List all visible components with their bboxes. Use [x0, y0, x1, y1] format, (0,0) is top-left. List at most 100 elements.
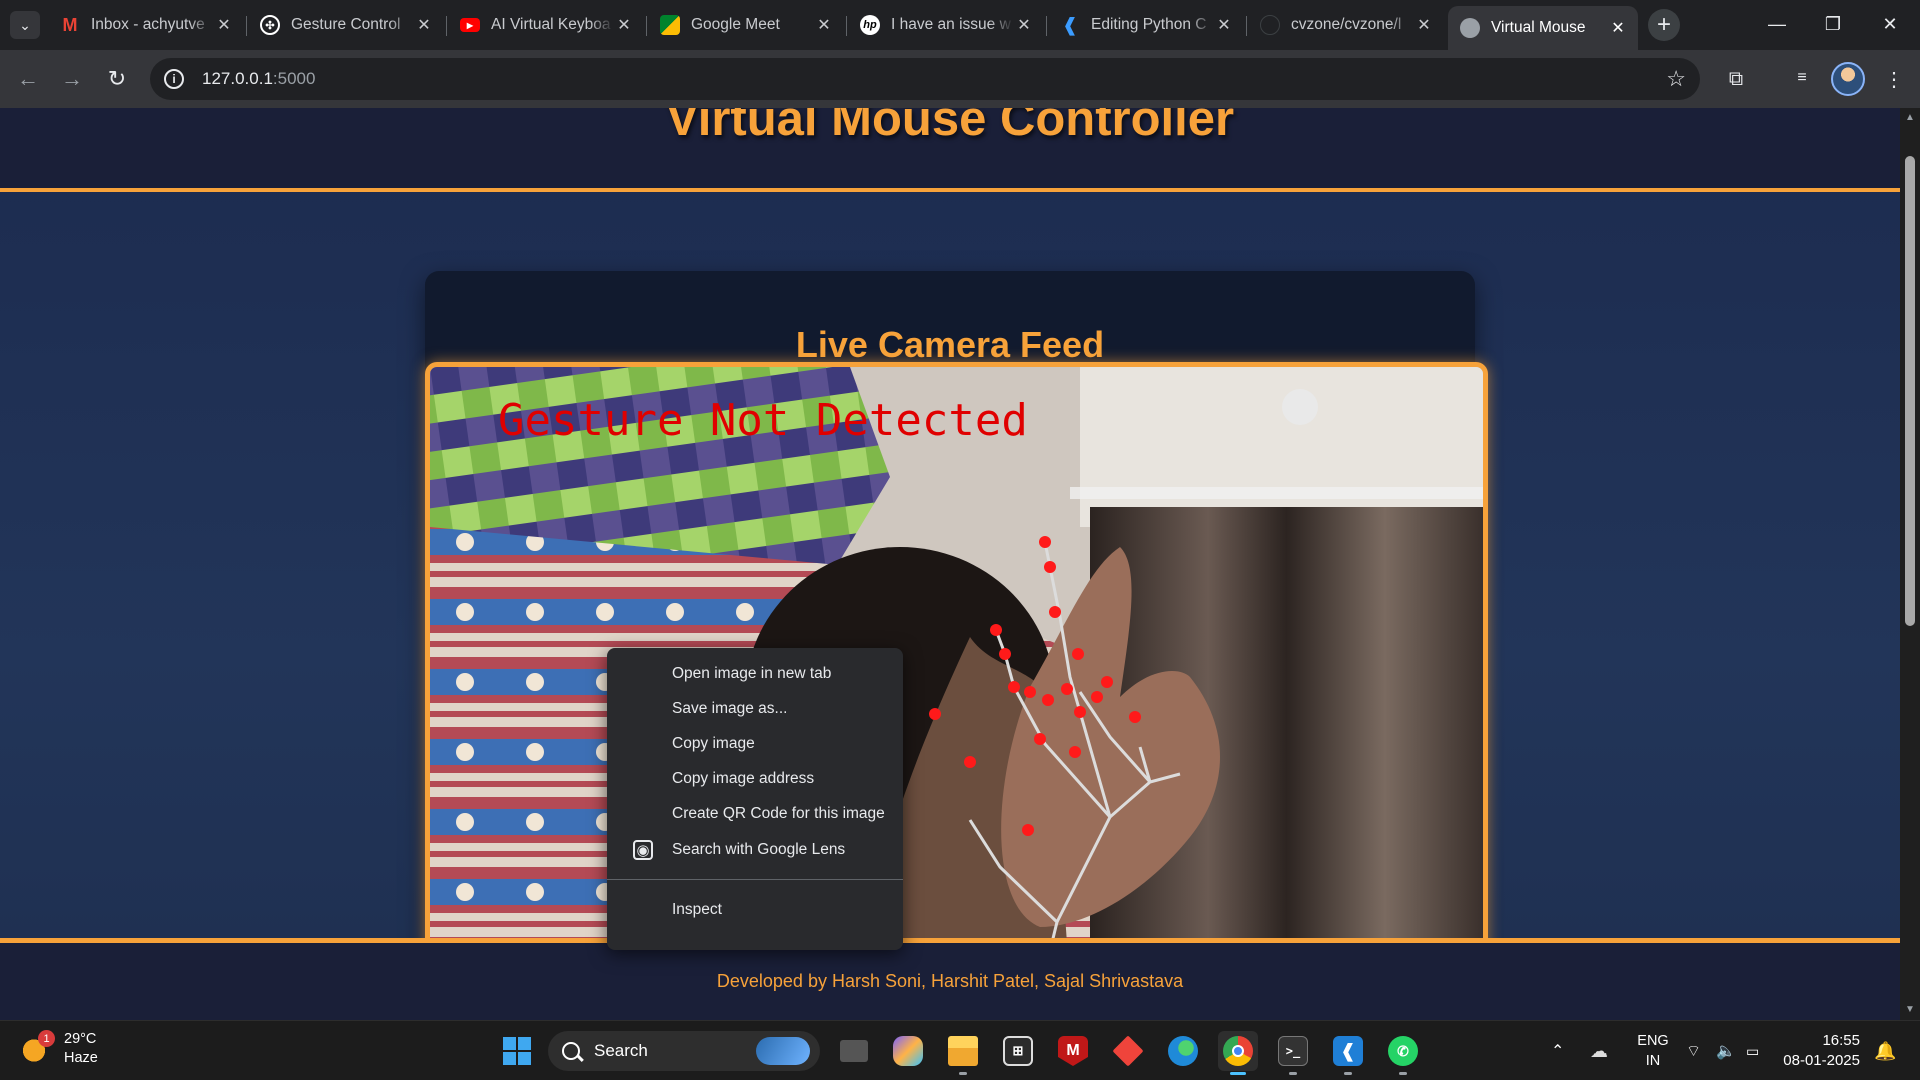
close-icon[interactable]: ✕ — [1014, 15, 1034, 35]
landmark-point — [1008, 681, 1020, 693]
scroll-up-icon[interactable]: ▲ — [1904, 112, 1916, 123]
landmark-point — [929, 708, 941, 720]
tab-editing-python[interactable]: ❰ Editing Python C ✕ — [1048, 8, 1244, 42]
extensions-icon[interactable]: ⧉ — [1722, 65, 1750, 93]
running-indicator — [1344, 1072, 1352, 1075]
terminal-button[interactable]: >_ — [1273, 1031, 1313, 1075]
tab-gmail[interactable]: M Inbox - achyutve ✕ — [48, 8, 244, 42]
show-hidden-icons-icon[interactable]: ⌃ — [1551, 1021, 1564, 1080]
close-icon[interactable]: ✕ — [1214, 15, 1234, 35]
tab-google-meet[interactable]: Google Meet ✕ — [648, 8, 844, 42]
profile-avatar[interactable] — [1831, 62, 1865, 96]
reload-button[interactable]: ↻ — [101, 63, 133, 95]
github-icon — [1260, 15, 1280, 35]
back-button[interactable]: ← — [12, 63, 44, 95]
notification-bell-icon[interactable]: 🔔 — [1874, 1021, 1896, 1080]
close-icon[interactable]: ✕ — [414, 15, 434, 35]
task-view-button[interactable] — [834, 1031, 874, 1071]
menu-copy-image-address[interactable]: Copy image address — [607, 761, 903, 796]
volume-icon[interactable]: 🔈 — [1716, 1021, 1736, 1080]
weather-temperature: 29°C — [64, 1031, 97, 1047]
copilot-button[interactable] — [888, 1031, 928, 1071]
tab-virtual-mouse[interactable]: Virtual Mouse ✕ — [1448, 6, 1638, 50]
tab-label: cvzone/cvzone/l — [1291, 16, 1402, 33]
landmark-point — [1069, 746, 1081, 758]
hp-icon: hp — [860, 15, 880, 35]
page-scrollbar[interactable]: ▲ ▼ — [1900, 108, 1920, 1020]
wifi-icon[interactable]: ⌔ — [1686, 1021, 1701, 1080]
close-icon[interactable]: ✕ — [1414, 15, 1434, 35]
google-meet-icon — [660, 15, 680, 35]
bookmark-star-icon[interactable]: ☆ — [1666, 66, 1686, 92]
minimize-button[interactable]: — — [1757, 8, 1797, 40]
scroll-thumb[interactable] — [1905, 156, 1915, 626]
vscode-button[interactable]: ❰ — [1328, 1031, 1368, 1075]
menu-search-google-lens[interactable]: ◉ Search with Google Lens — [607, 831, 903, 869]
anydesk-icon — [1112, 1035, 1144, 1067]
menu-open-image-new-tab[interactable]: Open image in new tab — [607, 656, 903, 691]
menu-kebab-icon[interactable]: ⋮ — [1880, 65, 1908, 93]
new-tab-button[interactable]: + — [1648, 9, 1680, 41]
menu-save-image-as[interactable]: Save image as... — [607, 691, 903, 726]
tab-label: Editing Python C — [1091, 16, 1207, 33]
close-icon[interactable]: ✕ — [614, 15, 634, 35]
menu-divider — [607, 879, 903, 880]
tab-divider — [246, 16, 247, 36]
landmark-point — [999, 648, 1011, 660]
menu-create-qr-code[interactable]: Create QR Code for this image — [607, 796, 903, 831]
tab-label: Gesture Control — [291, 16, 401, 33]
tab-ai-virtual-keyboard[interactable]: ▶ AI Virtual Keyboa ✕ — [448, 8, 644, 42]
camera-feed-image[interactable]: Gesture Not Detected — [425, 362, 1488, 982]
battery-icon[interactable]: ▭ — [1746, 1021, 1759, 1080]
tab-gesture-control[interactable]: ✣ Gesture Control ✕ — [248, 8, 444, 42]
whatsapp-button[interactable]: ✆ — [1383, 1031, 1423, 1075]
running-indicator — [1399, 1072, 1407, 1075]
menu-inspect[interactable]: Inspect — [607, 892, 903, 927]
tab-search-icon[interactable]: ⌄ — [10, 11, 40, 39]
close-icon[interactable]: ✕ — [214, 15, 234, 35]
gmail-icon: M — [62, 14, 78, 35]
file-explorer-button[interactable] — [943, 1031, 983, 1075]
edge-button[interactable] — [1163, 1031, 1203, 1071]
mcafee-button[interactable]: M — [1053, 1031, 1093, 1071]
tab-hp-issue[interactable]: hp I have an issue w ✕ — [848, 8, 1044, 42]
openai-icon: ✣ — [260, 15, 280, 35]
microsoft-store-button[interactable]: ⊞ — [998, 1031, 1038, 1071]
site-info-icon[interactable]: i — [164, 69, 184, 89]
forward-button[interactable]: → — [56, 63, 88, 95]
system-clock[interactable]: 16:55 08-01-2025 — [1780, 1031, 1860, 1071]
running-indicator — [1230, 1072, 1246, 1075]
taskbar-search[interactable]: Search — [548, 1031, 820, 1071]
landmark-point — [990, 624, 1002, 636]
anydesk-button[interactable] — [1108, 1031, 1148, 1071]
media-controls-icon[interactable]: ≡ — [1788, 64, 1816, 92]
tab-cvzone[interactable]: cvzone/cvzone/l ✕ — [1248, 8, 1444, 42]
region-code: IN — [1645, 1053, 1661, 1069]
camera-feed-svg: Gesture Not Detected — [430, 367, 1483, 977]
terminal-icon: >_ — [1278, 1036, 1308, 1066]
chrome-button[interactable] — [1218, 1031, 1258, 1075]
close-icon[interactable]: ✕ — [1608, 18, 1628, 38]
close-window-button[interactable]: ✕ — [1870, 8, 1910, 40]
microsoft-store-icon: ⊞ — [1003, 1036, 1033, 1066]
tab-divider — [1246, 16, 1247, 36]
scroll-down-icon[interactable]: ▼ — [1904, 1004, 1916, 1015]
clock-date: 08-01-2025 — [1783, 1052, 1860, 1069]
tab-label: AI Virtual Keyboa — [491, 16, 611, 33]
weather-widget[interactable]: 1 29°C Haze — [22, 1030, 98, 1068]
image-context-menu: Open image in new tab Save image as... C… — [607, 648, 903, 950]
close-icon[interactable]: ✕ — [814, 15, 834, 35]
landmark-point — [1061, 683, 1073, 695]
language-indicator[interactable]: ENG IN — [1633, 1031, 1673, 1071]
vscode-icon: ❰ — [1062, 14, 1078, 35]
start-button[interactable] — [497, 1031, 537, 1071]
url-port: :5000 — [272, 69, 316, 88]
menu-copy-image[interactable]: Copy image — [607, 726, 903, 761]
restore-button[interactable]: ❐ — [1813, 8, 1853, 40]
address-bar[interactable]: i 127.0.0.1:5000 ☆ — [150, 58, 1700, 100]
search-highlight-image — [756, 1037, 810, 1065]
language-code: ENG — [1637, 1033, 1669, 1049]
onedrive-icon[interactable]: ☁ — [1590, 1021, 1608, 1080]
search-icon — [562, 1042, 580, 1060]
menu-item-label: Search with Google Lens — [672, 841, 846, 858]
